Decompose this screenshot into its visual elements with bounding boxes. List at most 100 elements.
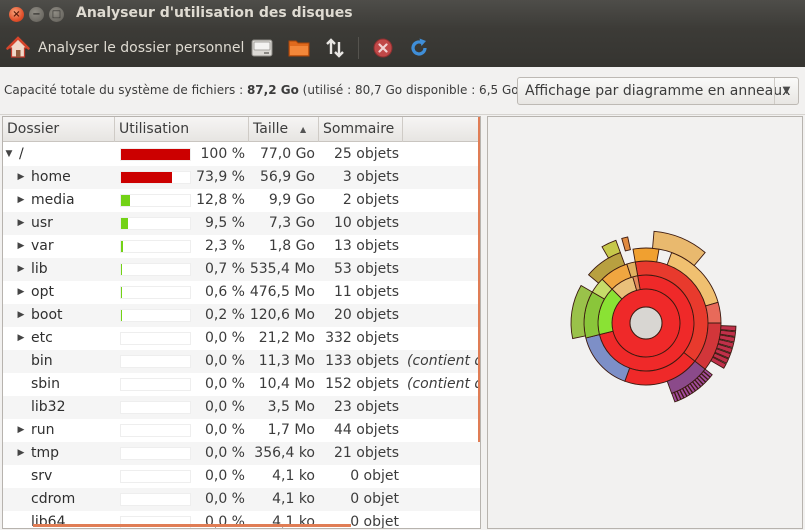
tree-row[interactable]: ▶ boot 0,2 % 120,6 Mo 20 objets <box>3 304 480 327</box>
row-expander-icon[interactable]: ▶ <box>15 189 27 212</box>
tree-row[interactable]: sbin 0,0 % 10,4 Mo 152 objets (contient d <box>3 373 480 396</box>
close-button[interactable]: × <box>9 7 24 22</box>
tree-row[interactable]: ▶ opt 0,6 % 476,5 Mo 11 objets <box>3 281 480 304</box>
row-expander-icon[interactable]: ▼ <box>3 143 15 166</box>
tree-row[interactable]: bin 0,0 % 11,3 Mo 133 objets (contient d <box>3 350 480 373</box>
tree-row[interactable]: ▶ media 12,8 % 9,9 Go 2 objets <box>3 189 480 212</box>
row-expander-icon[interactable] <box>15 396 27 419</box>
folder-note <box>407 281 479 304</box>
folder-size: 9,9 Go <box>268 192 315 208</box>
folder-name: srv <box>31 468 53 484</box>
horizontal-scrollbar[interactable] <box>33 524 351 527</box>
tree-row[interactable]: lib32 0,0 % 3,5 Mo 23 objets <box>3 396 480 419</box>
usage-percent: 0,0 % <box>204 445 245 461</box>
folder-item-count: 133 objets <box>325 353 399 369</box>
tree-row[interactable]: ▶ run 0,0 % 1,7 Mo 44 objets <box>3 419 480 442</box>
remote-icon <box>323 36 347 60</box>
folder-item-count: 44 objets <box>333 422 399 438</box>
folder-tree: Dossier Utilisation Taille Sommaire ▲ ▼ /… <box>2 116 481 529</box>
folder-item-count: 0 objet <box>350 491 399 507</box>
tree-row[interactable]: ▶ usr 9,5 % 7,3 Go 10 objets <box>3 212 480 235</box>
folder-item-count: 23 objets <box>333 399 399 415</box>
ring-segment-thin-red[interactable] <box>720 325 737 332</box>
column-header-contents[interactable]: Sommaire <box>319 117 403 142</box>
folder-note <box>407 465 479 488</box>
folder-icon <box>287 36 311 60</box>
folder-item-count: 11 objets <box>333 284 399 300</box>
row-expander-icon[interactable] <box>15 511 27 528</box>
tree-row[interactable]: cdrom 0,0 % 4,1 ko 0 objet <box>3 488 480 511</box>
tree-row[interactable]: ▶ var 2,3 % 1,8 Go 13 objets <box>3 235 480 258</box>
row-expander-icon[interactable]: ▶ <box>15 258 27 281</box>
tree-header: Dossier Utilisation Taille Sommaire ▲ <box>3 117 480 142</box>
row-expander-icon[interactable] <box>15 373 27 396</box>
folder-note <box>407 396 479 419</box>
usage-bar <box>120 424 191 437</box>
scan-folder-button[interactable] <box>287 29 311 67</box>
usage-percent: 0,0 % <box>204 330 245 346</box>
usage-percent: 0,0 % <box>204 491 245 507</box>
view-mode-select[interactable]: Affichage par diagramme en anneaux ▼ <box>517 77 799 105</box>
vertical-scrollbar[interactable] <box>478 117 480 442</box>
app-window: × − □ Analyseur d'utilisation des disque… <box>0 0 805 529</box>
folder-size: 1,7 Mo <box>267 422 315 438</box>
row-expander-icon[interactable] <box>15 465 27 488</box>
window-title: Analyseur d'utilisation des disques <box>76 5 353 21</box>
ring-segment-outer-2[interactable] <box>705 301 722 324</box>
column-header-folder[interactable]: Dossier <box>3 117 115 142</box>
row-expander-icon[interactable]: ▶ <box>15 442 27 465</box>
view-mode-label: Affichage par diagramme en anneaux <box>525 83 791 99</box>
folder-note: (contient d <box>407 376 479 392</box>
usage-bar-fill <box>121 172 172 183</box>
refresh-button[interactable] <box>407 29 431 67</box>
capacity-suffix: (utilisé : 80,7 Go disponible : 6,5 Go ) <box>298 83 528 97</box>
scan-remote-button[interactable] <box>323 29 347 67</box>
usage-bar <box>120 401 191 414</box>
info-bar: Capacité totale du système de fichiers :… <box>0 67 805 115</box>
usage-percent: 0,0 % <box>204 353 245 369</box>
row-expander-icon[interactable]: ▶ <box>15 419 27 442</box>
stop-button[interactable] <box>371 29 395 67</box>
row-expander-icon[interactable]: ▶ <box>15 235 27 258</box>
row-expander-icon[interactable]: ▶ <box>15 327 27 350</box>
maximize-button[interactable]: □ <box>49 7 64 22</box>
column-header-size[interactable]: Taille <box>249 117 319 142</box>
usage-bar <box>120 378 191 391</box>
folder-size: 11,3 Mo <box>258 353 315 369</box>
folder-name: lib <box>31 261 48 277</box>
row-expander-icon[interactable] <box>15 350 27 373</box>
folder-item-count: 10 objets <box>333 215 399 231</box>
folder-size: 476,5 Mo <box>249 284 315 300</box>
usage-bar <box>120 148 191 161</box>
ring-segment-outer-7[interactable] <box>632 247 660 263</box>
scan-home-button[interactable]: Analyser le dossier personnel <box>6 29 244 67</box>
row-expander-icon[interactable]: ▶ <box>15 166 27 189</box>
usage-percent: 0,2 % <box>204 307 245 323</box>
tree-row[interactable]: ▶ tmp 0,0 % 356,4 ko 21 objets <box>3 442 480 465</box>
row-expander-icon[interactable]: ▶ <box>15 304 27 327</box>
folder-name: usr <box>31 215 53 231</box>
tree-row[interactable]: ▶ etc 0,0 % 21,2 Mo 332 objets <box>3 327 480 350</box>
tree-row[interactable]: ▶ home 73,9 % 56,9 Go 3 objets <box>3 166 480 189</box>
sort-ascending-icon: ▲ <box>300 125 307 134</box>
row-expander-icon[interactable] <box>15 488 27 511</box>
toolbar-separator <box>358 37 359 59</box>
ring-chart-pane <box>487 116 803 529</box>
tree-row[interactable]: ▶ lib 0,7 % 535,4 Mo 53 objets <box>3 258 480 281</box>
row-expander-icon[interactable]: ▶ <box>15 281 27 304</box>
ring-center[interactable] <box>629 306 663 340</box>
tree-row[interactable]: srv 0,0 % 4,1 ko 0 objet <box>3 465 480 488</box>
ring-segment-var-outer[interactable] <box>621 236 631 252</box>
folder-name: home <box>31 169 71 185</box>
ring-chart[interactable] <box>488 117 804 530</box>
folder-note <box>407 143 479 166</box>
row-expander-icon[interactable]: ▶ <box>15 212 27 235</box>
close-icon: × <box>12 9 21 20</box>
folder-note <box>407 166 479 189</box>
minimize-button[interactable]: − <box>29 7 44 22</box>
scan-filesystem-button[interactable] <box>250 29 274 67</box>
scan-home-label: Analyser le dossier personnel <box>38 40 245 56</box>
stop-icon <box>371 36 395 60</box>
column-header-usage[interactable]: Utilisation <box>115 117 249 142</box>
tree-row[interactable]: ▼/ 100 % 77,0 Go 25 objets <box>3 143 480 166</box>
